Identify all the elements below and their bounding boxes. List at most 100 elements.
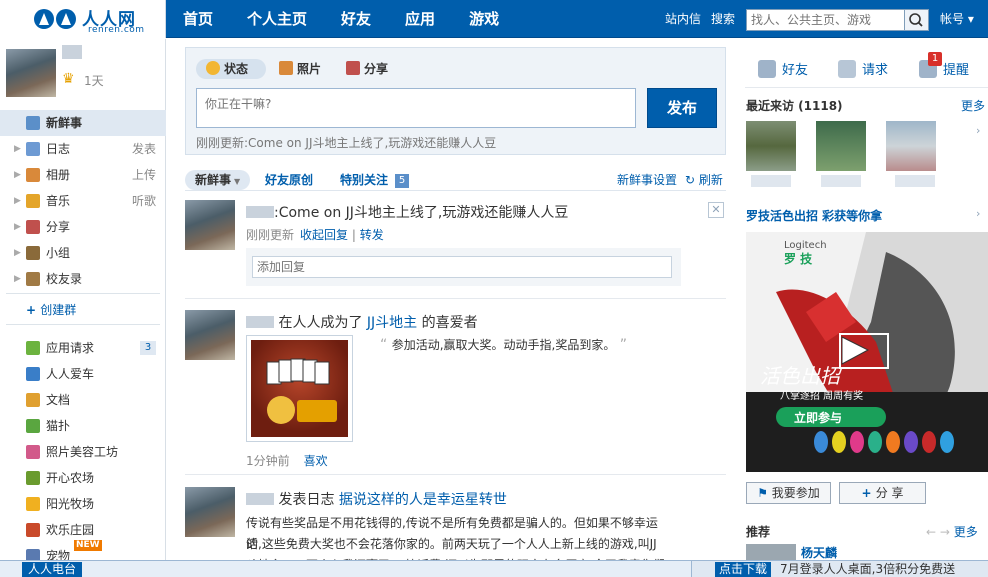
account-label: 帐号 xyxy=(940,12,965,26)
expand-arrow-icon[interactable]: ▶ xyxy=(14,214,21,240)
feed-meta: 1分钟前 喜欢 xyxy=(246,452,328,469)
request-count-badge: 3 xyxy=(140,341,156,355)
like-link[interactable]: 喜欢 xyxy=(304,454,328,468)
alerts-link[interactable]: 提醒 xyxy=(919,59,969,78)
sidebar-app-car[interactable]: 人人爱车 xyxy=(0,361,166,387)
sidebar-app-docs[interactable]: 文档 xyxy=(0,387,166,413)
refresh-link[interactable]: ↻ 刷新 xyxy=(685,170,723,190)
messages-link[interactable]: 站内信 xyxy=(665,0,701,38)
expand-arrow-icon[interactable]: ▶ xyxy=(14,240,21,266)
expand-arrow-icon[interactable]: ▶ xyxy=(14,162,21,188)
share-button[interactable]: + 分 享 xyxy=(839,482,926,504)
renren-radio-button[interactable]: 人人电台 xyxy=(22,562,83,577)
chevron-down-icon[interactable]: ▼ xyxy=(234,177,240,186)
blog-title-link[interactable]: 据说这样的人是幸运星转世 xyxy=(339,492,507,508)
collapse-replies-link[interactable]: 收起回复 xyxy=(300,228,348,242)
nav-apps[interactable]: 应用 xyxy=(405,0,435,38)
expand-arrow-icon[interactable]: ▶ xyxy=(14,188,21,214)
chevron-right-icon[interactable]: › xyxy=(976,124,980,137)
game-page-link[interactable]: JJ斗地主 xyxy=(367,315,417,331)
close-icon[interactable]: ✕ xyxy=(708,202,724,218)
nav-profile[interactable]: 个人主页 xyxy=(247,0,307,38)
feed-avatar[interactable] xyxy=(185,487,235,537)
requests-link[interactable]: 请求 xyxy=(838,59,888,78)
tab-news[interactable]: 新鲜事 ▼ xyxy=(185,170,251,190)
visitors-more-link[interactable]: 更多 xyxy=(961,97,985,114)
search-label[interactable]: 搜索 xyxy=(711,0,735,38)
user-name-blurred[interactable] xyxy=(246,316,274,328)
app-label: 应用请求 xyxy=(46,341,95,355)
download-button[interactable]: 点击下载 xyxy=(715,562,772,577)
desktop-promo-text[interactable]: 7月登录人人桌面,3倍积分免费送 xyxy=(780,562,955,577)
user-name-blurred[interactable] xyxy=(246,206,274,218)
search-input[interactable] xyxy=(746,9,905,31)
status-input[interactable] xyxy=(196,88,636,128)
sidebar-item-blog[interactable]: ▶ 日志 发表 xyxy=(0,136,166,162)
tab-photo[interactable]: 照片 xyxy=(279,59,321,79)
visitor-avatar[interactable] xyxy=(816,121,866,171)
visitor-avatar[interactable] xyxy=(886,121,936,171)
tab-friends-original[interactable]: 好友原创 xyxy=(265,170,313,190)
feed-settings-link[interactable]: 新鲜事设置 xyxy=(617,170,677,190)
nav-games[interactable]: 游戏 xyxy=(469,0,499,38)
forward-link[interactable]: 转发 xyxy=(360,228,384,242)
renren-logo[interactable]: 人人网 renren.com xyxy=(0,0,166,38)
requests-icon xyxy=(838,60,856,78)
ad-subtitle: 八掌逐招 周周有奖 xyxy=(780,391,864,402)
feed-avatar[interactable] xyxy=(185,310,235,360)
logitech-logo-cn: 罗 技 xyxy=(784,252,813,266)
reply-input[interactable] xyxy=(252,256,672,278)
ad-title-link[interactable]: 罗技活色出招 彩获等你拿 xyxy=(746,207,882,224)
sidebar-item-alumni[interactable]: ▶ 校友录 xyxy=(0,266,166,292)
sidebar-app-farm[interactable]: 开心农场 xyxy=(0,465,166,491)
arrow-right-icon[interactable]: → xyxy=(940,525,950,539)
user-name-blurred[interactable] xyxy=(62,45,82,59)
visitor-name-blurred[interactable] xyxy=(821,175,861,187)
feed-text: 发表日志 xyxy=(278,492,335,508)
tab-special-follow[interactable]: 特别关注 xyxy=(340,170,388,190)
farm-app-icon xyxy=(26,471,40,485)
arrow-left-icon[interactable]: ← xyxy=(926,525,936,539)
user-avatar[interactable] xyxy=(6,49,56,97)
sidebar-app-mop[interactable]: 猫扑 xyxy=(0,413,166,439)
feed-item: 在人人成为了 JJ斗地主 的喜爱者 “ 参加活动,赢取大奖。动动手指,奖品到家。… xyxy=(185,310,726,470)
sidebar-app-requests[interactable]: 应用请求 3 xyxy=(0,335,166,361)
chevron-right-icon[interactable]: › xyxy=(976,207,980,220)
friends-link[interactable]: 好友 xyxy=(758,59,808,78)
recommend-more-link[interactable]: ← → 更多 xyxy=(926,523,978,540)
visitor-name-blurred[interactable] xyxy=(751,175,791,187)
tab-share[interactable]: 分享 xyxy=(346,59,388,79)
publish-button[interactable]: 发布 xyxy=(647,88,717,128)
sidebar-item-music[interactable]: ▶ 音乐 听歌 xyxy=(0,188,166,214)
sidebar-item-action[interactable]: 发表 xyxy=(132,136,156,162)
recommend-name[interactable]: 杨天麟 xyxy=(801,544,837,561)
logitech-ad-banner[interactable]: Logitech 罗 技 活色出招 八掌逐招 周周有奖 立即参与 xyxy=(746,232,988,472)
game-thumbnail[interactable] xyxy=(246,335,353,442)
app-label: 开心农场 xyxy=(46,471,95,485)
visitor-name-blurred[interactable] xyxy=(895,175,935,187)
feed-text: 的喜爱者 xyxy=(421,315,478,331)
join-button[interactable]: ⚑ 我要参加 xyxy=(746,482,831,504)
user-name-blurred[interactable] xyxy=(246,493,274,505)
tab-status[interactable]: 状态 xyxy=(196,59,266,79)
sidebar-app-photo-studio[interactable]: 照片美容工坊 xyxy=(0,439,166,465)
nav-home[interactable]: 首页 xyxy=(183,0,213,38)
sidebar-item-action[interactable]: 上传 xyxy=(132,162,156,188)
sidebar-app-ranch[interactable]: 阳光牧场 xyxy=(0,491,166,517)
visitor-avatar[interactable] xyxy=(746,121,796,171)
feed-avatar[interactable] xyxy=(185,200,235,250)
recommend-avatar[interactable] xyxy=(746,544,796,560)
sidebar-item-share[interactable]: ▶ 分享 xyxy=(0,214,166,240)
account-menu[interactable]: 帐号 ▾ xyxy=(940,0,974,38)
expand-arrow-icon[interactable]: ▶ xyxy=(14,136,21,162)
album-icon xyxy=(26,168,40,182)
sidebar-item-news[interactable]: 新鲜事 xyxy=(0,110,166,136)
sidebar-item-groups[interactable]: ▶ 小组 xyxy=(0,240,166,266)
create-group-link[interactable]: + 创建群 xyxy=(26,301,76,318)
search-button[interactable] xyxy=(905,9,929,31)
expand-arrow-icon[interactable]: ▶ xyxy=(14,266,21,292)
quote-open-icon: “ xyxy=(380,337,392,353)
sidebar-item-action[interactable]: 听歌 xyxy=(132,188,156,214)
sidebar-item-album[interactable]: ▶ 相册 上传 xyxy=(0,162,166,188)
nav-friends[interactable]: 好友 xyxy=(341,0,371,38)
